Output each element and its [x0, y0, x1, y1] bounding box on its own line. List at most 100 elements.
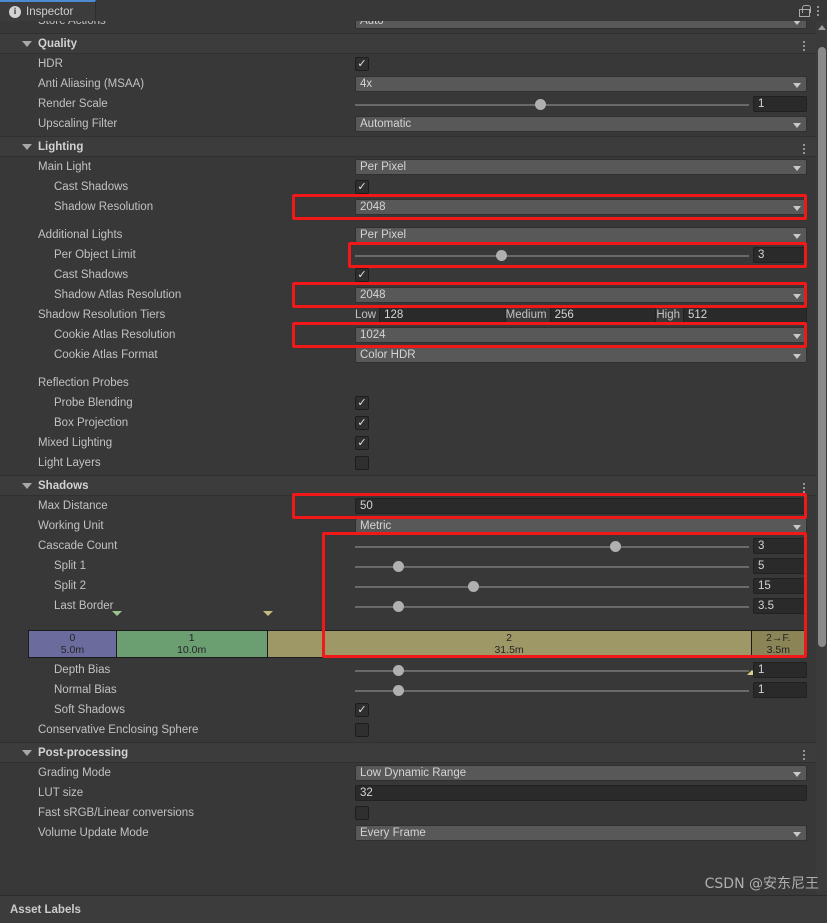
slider-knob[interactable]	[393, 601, 405, 612]
asset-labels-bar[interactable]: Asset Labels	[0, 895, 827, 923]
fast-srgb-linear-conversions-checkbox[interactable]	[355, 806, 369, 820]
cookie-atlas-resolution-dropdown[interactable]: 1024	[355, 327, 807, 343]
cast-shadows-checkbox[interactable]: ✓	[355, 180, 369, 194]
cascade-handle-0[interactable]	[111, 611, 123, 631]
kebab-menu-icon[interactable]	[817, 5, 819, 16]
anti-aliasing-msaa-dropdown[interactable]: 4x	[355, 76, 807, 92]
slider-knob[interactable]	[468, 581, 480, 592]
depth-bias-slider[interactable]	[355, 665, 749, 676]
cascade-segment-2[interactable]: 2 31.5m	[267, 631, 752, 657]
split-2-slider[interactable]	[355, 581, 749, 592]
per-object-limit-value[interactable]: 3	[753, 247, 807, 263]
slider-knob[interactable]	[495, 250, 507, 261]
slider-knob[interactable]	[393, 561, 405, 572]
cascade-segment-1[interactable]: 1 10.0m	[116, 631, 268, 657]
row-label: Shadow Atlas Resolution	[54, 289, 182, 301]
cascade-count-value[interactable]: 3	[753, 538, 807, 554]
section-header-quality[interactable]: Quality	[0, 33, 816, 54]
shadow-atlas-resolution-dropdown[interactable]: 2048	[355, 287, 807, 303]
field-zone: 2048	[355, 197, 807, 217]
chevron-down-icon[interactable]	[22, 143, 32, 150]
section-header-shadows[interactable]: Shadows	[0, 475, 816, 496]
lock-icon[interactable]	[798, 4, 811, 17]
slider-track	[355, 586, 749, 588]
section-header-post-processing[interactable]: Post-processing	[0, 742, 816, 763]
working-unit-dropdown[interactable]: Metric	[355, 518, 807, 534]
soft-shadows-checkbox[interactable]: ✓	[355, 703, 369, 717]
row-label: Volume Update Mode	[38, 827, 149, 839]
split-1-value[interactable]: 5	[753, 558, 807, 574]
cascade-segment-2toF[interactable]: 2→F. 3.5m	[751, 631, 806, 657]
light-layers-checkbox[interactable]	[355, 456, 369, 470]
tier-input[interactable]: 256	[549, 307, 657, 323]
row-shadow-atlas-resolution: Shadow Atlas Resolution 2048	[0, 285, 816, 305]
additional-lights-dropdown[interactable]: Per Pixel	[355, 227, 807, 243]
tier-high: High 512	[656, 307, 808, 323]
row-additional-lights: Additional Lights Per Pixel	[0, 225, 816, 245]
cast-shadows-checkbox[interactable]: ✓	[355, 268, 369, 282]
max-distance-input[interactable]: 50	[355, 498, 807, 514]
slider-knob[interactable]	[393, 685, 405, 696]
slider-knob[interactable]	[610, 541, 622, 552]
field-zone: ✓	[355, 54, 807, 74]
per-object-limit-slider[interactable]	[355, 250, 749, 261]
cascade-handle-1[interactable]	[262, 611, 274, 631]
probe-blending-checkbox[interactable]: ✓	[355, 396, 369, 410]
row-volume-update-mode: Volume Update Mode Every Frame	[0, 823, 816, 843]
conservative-enclosing-sphere-checkbox[interactable]	[355, 723, 369, 737]
scroll-up-arrow[interactable]	[818, 25, 826, 30]
handle-tip	[111, 611, 122, 628]
box-projection-checkbox[interactable]: ✓	[355, 416, 369, 430]
section-kebab-menu-icon[interactable]	[803, 144, 805, 154]
last-border-value[interactable]: 3.5	[753, 598, 807, 614]
shadow-resolution-dropdown[interactable]: 2048	[355, 199, 807, 215]
render-scale-value[interactable]: 1	[753, 96, 807, 112]
section-title: Lighting	[38, 140, 84, 153]
normal-bias-value[interactable]: 1	[753, 682, 807, 698]
cookie-atlas-format-dropdown[interactable]: Color HDR	[355, 347, 807, 363]
tab-inspector[interactable]: i Inspector	[0, 0, 96, 21]
volume-update-mode-dropdown[interactable]: Every Frame	[355, 825, 807, 841]
chevron-down-icon[interactable]	[22, 749, 32, 756]
upscaling-filter-dropdown[interactable]: Automatic	[355, 116, 807, 132]
section-kebab-menu-icon[interactable]	[803, 41, 805, 51]
row-store-actions: Store Actions Auto	[0, 21, 816, 31]
chevron-down-icon[interactable]	[22, 482, 32, 489]
row-upscaling-filter: Upscaling Filter Automatic	[0, 114, 816, 134]
cascade-bar[interactable]: 0 5.0m 1 10.0m 2 31.5m 2→F. 3.5m	[28, 611, 807, 675]
last-border-slider[interactable]	[355, 601, 749, 612]
section-kebab-menu-icon[interactable]	[803, 483, 805, 493]
render-scale-slider[interactable]	[355, 99, 749, 110]
tier-input[interactable]: 512	[683, 307, 808, 323]
hdr-checkbox[interactable]: ✓	[355, 57, 369, 71]
main-light-dropdown[interactable]: Per Pixel	[355, 159, 807, 175]
field-zone: Auto	[355, 21, 807, 31]
scrollbar-thumb[interactable]	[818, 47, 826, 647]
cascade-segment-0[interactable]: 0 5.0m	[29, 631, 117, 657]
row-main-light: Main Light Per Pixel	[0, 157, 816, 177]
field-zone: Per Pixel	[355, 225, 807, 245]
mixed-lighting-checkbox[interactable]: ✓	[355, 436, 369, 450]
tier-label: Medium	[505, 309, 547, 321]
row-label: Split 2	[54, 580, 86, 592]
field-zone: 1	[355, 660, 807, 680]
normal-bias-slider[interactable]	[355, 685, 749, 696]
chevron-down-icon[interactable]	[22, 40, 32, 47]
split-1-slider[interactable]	[355, 561, 749, 572]
field-zone: 1	[355, 94, 807, 114]
split-2-value[interactable]: 15	[753, 578, 807, 594]
store-actions-dropdown[interactable]: Auto	[355, 21, 807, 29]
grading-mode-dropdown[interactable]: Low Dynamic Range	[355, 765, 807, 781]
section-header-lighting[interactable]: Lighting	[0, 136, 816, 157]
slider-knob[interactable]	[393, 665, 405, 676]
tier-input[interactable]: 128	[379, 307, 506, 323]
slider-knob[interactable]	[535, 99, 547, 110]
depth-bias-value[interactable]: 1	[753, 662, 807, 678]
inspector-scroll-body[interactable]: Store Actions Auto Quality HDR ✓ Anti Al…	[0, 21, 827, 895]
cascade-count-slider[interactable]	[355, 541, 749, 552]
row-label: Store Actions	[38, 21, 106, 27]
lut-size-input[interactable]: 32	[355, 785, 807, 801]
section-kebab-menu-icon[interactable]	[803, 750, 805, 760]
row-label: Cascade Count	[38, 540, 118, 552]
vertical-scrollbar[interactable]	[816, 21, 827, 895]
